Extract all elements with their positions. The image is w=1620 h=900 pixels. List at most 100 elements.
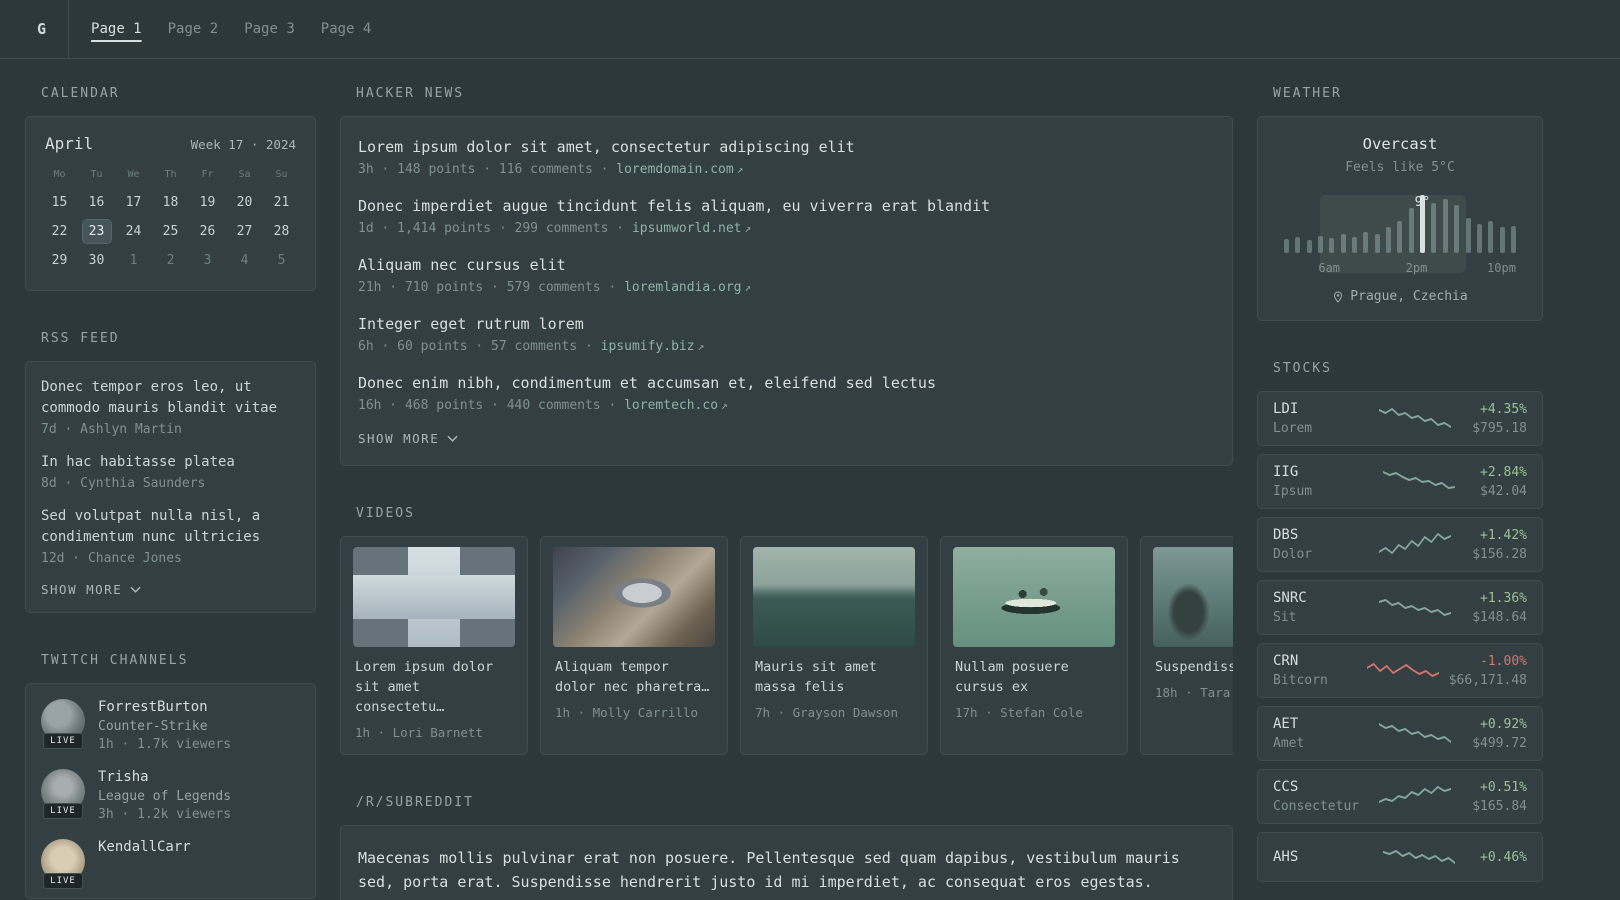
rss-item-title[interactable]: In hac habitasse platea — [41, 452, 300, 473]
hn-item-title[interactable]: Integer eget rutrum lorem — [358, 313, 1215, 335]
hn-domain-link[interactable]: ipsumworld.net ↗ — [632, 221, 751, 236]
stock-values: -1.00% $66,171.48 — [1449, 654, 1527, 688]
twitch-channel-name[interactable]: Trisha — [98, 769, 231, 785]
stock-row[interactable]: CCS Consectetur +0.51% $165.84 — [1257, 769, 1543, 824]
twitch-meta: 3h · 1.2k viewers — [98, 807, 232, 822]
weather-bar — [1476, 224, 1482, 253]
stock-symbol: IIG — [1273, 464, 1299, 480]
stock-sparkline — [1378, 785, 1451, 803]
hn-item-meta: 3h · 148 points · 116 comments · loremdo… — [358, 162, 1215, 177]
video-title[interactable]: Suspendisse diam — [1155, 657, 1233, 677]
hn-domain-link[interactable]: ipsumify.biz ↗ — [601, 339, 705, 354]
calendar-day: 22 — [51, 224, 68, 239]
stock-price: $66,171.48 — [1448, 672, 1527, 688]
calendar-week-label: Week 17 · 2024 — [190, 137, 296, 152]
stock-sparkline — [1378, 532, 1451, 554]
stock-symbol: CRN — [1273, 653, 1299, 669]
twitch-channel-row[interactable]: LIVE KendallCarr — [41, 839, 300, 889]
video-title[interactable]: Nullam posuere cursus ex — [955, 657, 1113, 697]
calendar-day: 1 — [129, 253, 138, 268]
twitch-channel-info: KendallCarr — [98, 839, 191, 883]
hackernews-list: Lorem ipsum dolor sit amet, consectetur … — [358, 136, 1215, 413]
twitch-channel-name[interactable]: ForrestBurton — [98, 699, 231, 715]
stock-row[interactable]: AET Amet +0.92% $499.72 — [1257, 706, 1543, 761]
live-badge: LIVE — [43, 733, 83, 749]
page-tab[interactable]: Page 4 — [321, 21, 372, 37]
twitch-channel-row[interactable]: LIVE Trisha League of Legends 3h · 1.2k … — [41, 769, 300, 822]
calendar-day: 24 — [125, 224, 142, 239]
page-tab[interactable]: Page 3 — [244, 21, 295, 37]
day-of-week-label: Th — [164, 169, 177, 180]
video-title[interactable]: Lorem ipsum dolor sit amet consectetu… — [355, 657, 513, 717]
rss-item-title[interactable]: Sed volutpat nulla nisl, a condimentum n… — [41, 506, 300, 548]
weather-bar — [1295, 236, 1301, 253]
subreddit-post-title[interactable]: Maecenas mollis pulvinar erat non posuer… — [358, 846, 1215, 894]
live-badge: LIVE — [43, 803, 83, 819]
stock-row[interactable]: CRN Bitcorn -1.00% $66,171.48 — [1257, 643, 1543, 698]
external-link-icon: ↗ — [721, 399, 728, 412]
twitch-channel-row[interactable]: LIVE ForrestBurton Counter-Strike 1h · 1… — [41, 699, 300, 752]
stock-identity: DBS Dolor — [1273, 527, 1357, 562]
video-card[interactable]: Nullam posuere cursus ex 17h · Stefan Co… — [940, 536, 1128, 755]
rss-item-meta: 8d · Cynthia Saunders — [41, 476, 206, 491]
weather-bar — [1318, 235, 1324, 253]
stock-name: Lorem — [1273, 421, 1313, 436]
rss-item[interactable]: Sed volutpat nulla nisl, a condimentum n… — [41, 506, 300, 566]
weather-location-text: Prague, Czechia — [1350, 289, 1468, 304]
video-thumbnail[interactable] — [353, 547, 515, 647]
hn-domain-link[interactable]: loremtech.co ↗ — [624, 398, 728, 413]
hn-domain-link[interactable]: loremdomain.com ↗ — [616, 162, 743, 177]
stock-sparkline — [1382, 850, 1455, 864]
weather-feels-like: Feels like 5°C — [1345, 160, 1455, 175]
rss-item-title[interactable]: Donec tempor eros leo, ut commodo mauris… — [41, 377, 300, 419]
hn-item-title[interactable]: Donec imperdiet augue tincidunt felis al… — [358, 195, 1215, 217]
weather-time-label: 10pm — [1487, 261, 1516, 275]
video-card[interactable]: Lorem ipsum dolor sit amet consectetu… 1… — [340, 536, 528, 755]
weather-peak-temp: 9° — [1414, 195, 1431, 210]
app-logo[interactable]: G — [25, 0, 70, 58]
stock-row[interactable]: AHS +0.46% — [1257, 832, 1543, 882]
hn-domain-link[interactable]: loremlandia.org ↗ — [624, 280, 751, 295]
stock-price: $148.64 — [1472, 609, 1527, 625]
stock-name: Ipsum — [1273, 484, 1313, 499]
page-tab[interactable]: Page 2 — [168, 21, 219, 37]
rss-list: Donec tempor eros leo, ut commodo mauris… — [41, 377, 300, 566]
hn-item-title[interactable]: Lorem ipsum dolor sit amet, consectetur … — [358, 136, 1215, 158]
twitch-channel-name[interactable]: KendallCarr — [98, 839, 191, 855]
video-card[interactable]: Aliquam tempor dolor nec pharetra… 1h · … — [540, 536, 728, 755]
rss-item[interactable]: In hac habitasse platea 8d · Cynthia Sau… — [41, 452, 300, 491]
video-thumbnail[interactable] — [953, 547, 1115, 647]
weather-time-label: 2pm — [1405, 261, 1428, 275]
page-tab[interactable]: Page 1 — [91, 21, 142, 37]
stock-change: +2.84% — [1480, 464, 1527, 480]
hn-item-title[interactable]: Donec enim nibh, condimentum et accumsan… — [358, 372, 1215, 394]
calendar-day: 16 — [88, 195, 105, 210]
day-of-week-label: Tu — [90, 169, 103, 180]
stock-row[interactable]: SNRC Sit +1.36% $148.64 — [1257, 580, 1543, 635]
stock-symbol: AET — [1273, 716, 1299, 732]
hn-item-title[interactable]: Aliquam nec cursus elit — [358, 254, 1215, 276]
twitch-game[interactable]: Counter-Strike — [98, 719, 231, 734]
page-tabs: Page 1 Page 2 Page 3 Page 4 — [91, 0, 371, 58]
stock-price: $165.84 — [1472, 798, 1527, 814]
stock-symbol: CCS — [1273, 779, 1299, 795]
top-nav: G Page 1 Page 2 Page 3 Page 4 — [0, 0, 1620, 59]
weather-bar — [1465, 218, 1471, 253]
video-card[interactable]: Suspendisse diam 18h · Tara — [1140, 536, 1233, 755]
stock-row[interactable]: DBS Dolor +1.42% $156.28 — [1257, 517, 1543, 572]
rss-item[interactable]: Donec tempor eros leo, ut commodo mauris… — [41, 377, 300, 437]
video-card[interactable]: Mauris sit amet massa felis 7h · Grayson… — [740, 536, 928, 755]
stock-symbol: AHS — [1273, 849, 1299, 865]
hackernews-show-more-button[interactable]: SHOW MORE — [358, 431, 1215, 446]
stock-row[interactable]: LDI Lorem +4.35% $795.18 — [1257, 391, 1543, 446]
rss-show-more-button[interactable]: SHOW MORE — [41, 582, 300, 597]
video-thumbnail[interactable] — [1153, 547, 1233, 647]
video-title[interactable]: Mauris sit amet massa felis — [755, 657, 913, 697]
video-thumbnail[interactable] — [753, 547, 915, 647]
hn-item-meta: 6h · 60 points · 57 comments · ipsumify.… — [358, 339, 1215, 354]
twitch-game[interactable]: League of Legends — [98, 789, 231, 804]
video-title[interactable]: Aliquam tempor dolor nec pharetra… — [555, 657, 713, 697]
stock-row[interactable]: IIG Ipsum +2.84% $42.04 — [1257, 454, 1543, 509]
video-thumbnail[interactable] — [553, 547, 715, 647]
stock-change: +1.36% — [1480, 590, 1527, 606]
